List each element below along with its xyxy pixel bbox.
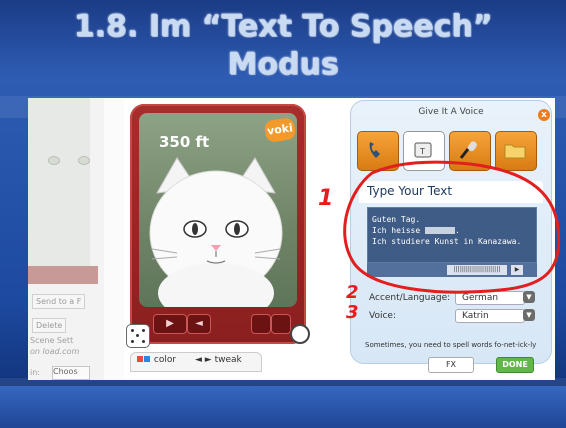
- slide-title-line-1: 1.8. Im “Text To Speech”: [73, 9, 493, 44]
- panel-title: Give It A Voice: [418, 107, 484, 117]
- give-it-a-voice-panel: Give It A Voice x T Type Your Text Guten…: [350, 100, 552, 364]
- svg-text:T: T: [419, 147, 425, 156]
- chevron-down-icon[interactable]: ▼: [523, 309, 535, 321]
- voki-phone-frame: 350 ft voki ▶ ◄: [130, 104, 306, 344]
- tab-tweak-label: tweak: [214, 355, 242, 365]
- scene-settings-label: Scene Sett: [30, 336, 74, 345]
- dice-randomize-icon[interactable]: [126, 324, 150, 348]
- section-title: Type Your Text: [367, 184, 453, 198]
- distance-label: 350 ft: [159, 133, 210, 151]
- play-button[interactable]: ▶: [153, 314, 187, 334]
- type-your-text-header: Type Your Text: [359, 181, 543, 203]
- folder-icon: [504, 144, 526, 159]
- progress-meter: |||||||||||||||||||||||: [447, 265, 507, 275]
- text-line: Ich heisse .: [372, 226, 460, 235]
- voice-label: Voice:: [369, 311, 396, 321]
- fx-button[interactable]: FX: [428, 357, 474, 373]
- annotation-number-1: 1: [318, 186, 334, 211]
- left-cat-preview: [28, 98, 90, 268]
- edit-tabs: color ◄ ► tweak: [130, 352, 262, 372]
- volume-button[interactable]: ◄: [187, 314, 211, 334]
- cat-eye-icon: [78, 156, 90, 165]
- divider: [104, 98, 124, 380]
- accent-language-select[interactable]: German: [455, 291, 525, 305]
- in-label: in:: [30, 368, 40, 377]
- text-to-speech-button[interactable]: T: [403, 131, 445, 171]
- tab-color[interactable]: color: [137, 355, 176, 365]
- spelling-hint: Sometimes, you need to spell words fo-ne…: [365, 341, 537, 349]
- load-label: on load.com: [30, 347, 80, 356]
- zoom-icon[interactable]: [290, 324, 310, 344]
- slide-bottom-band: [0, 386, 566, 428]
- voice-select[interactable]: Katrin: [455, 309, 525, 323]
- left-player-bar: [28, 266, 98, 284]
- text-input[interactable]: Guten Tag. Ich heisse . Ich studiere Kun…: [367, 207, 537, 263]
- play-text-button[interactable]: ▶: [511, 265, 523, 275]
- left-panel: Send to a F Delete Scene Sett on load.co…: [28, 98, 104, 380]
- annotation-number-2: 2: [346, 282, 359, 303]
- microphone-mode-button[interactable]: [449, 131, 491, 171]
- text-controls: ||||||||||||||||||||||| ▶: [367, 263, 537, 277]
- slide-title-line-2: Modus: [227, 47, 339, 82]
- text-line: Guten Tag.: [372, 215, 421, 224]
- choose-select[interactable]: Choos: [52, 366, 90, 380]
- voki-logo: voki: [263, 117, 297, 143]
- app-screenshot: Send to a F Delete Scene Sett on load.co…: [28, 98, 555, 380]
- done-button[interactable]: DONE: [496, 357, 534, 373]
- chevron-down-icon[interactable]: ▼: [523, 291, 535, 303]
- cat-eye-icon: [48, 156, 60, 165]
- upload-mode-button[interactable]: [495, 131, 537, 171]
- delete-button[interactable]: Delete: [32, 318, 67, 333]
- tab-color-label: color: [153, 355, 177, 365]
- cat-avatar: [149, 157, 283, 307]
- keyboard-key-icon: T: [414, 142, 432, 158]
- avatar-screen: 350 ft voki: [139, 113, 297, 307]
- annotation-number-3: 3: [346, 302, 359, 323]
- color-swatch-icon: [137, 356, 143, 362]
- phone-side-button[interactable]: [251, 314, 271, 334]
- tab-tweak[interactable]: ◄ ► tweak: [195, 355, 242, 365]
- phone-side-button[interactable]: [271, 314, 291, 334]
- color-swatch-icon: [144, 356, 150, 362]
- text-line: Ich studiere Kunst in Kanazawa.: [372, 237, 522, 246]
- microphone-icon: [459, 141, 477, 159]
- phone-mode-button[interactable]: [357, 131, 399, 171]
- redacted-name: [425, 227, 455, 234]
- send-button[interactable]: Send to a F: [32, 294, 86, 309]
- accent-language-label: Accent/Language:: [369, 293, 451, 303]
- close-icon[interactable]: x: [538, 109, 550, 121]
- phone-controls: ▶ ◄: [139, 311, 297, 335]
- telephone-icon: [369, 142, 380, 158]
